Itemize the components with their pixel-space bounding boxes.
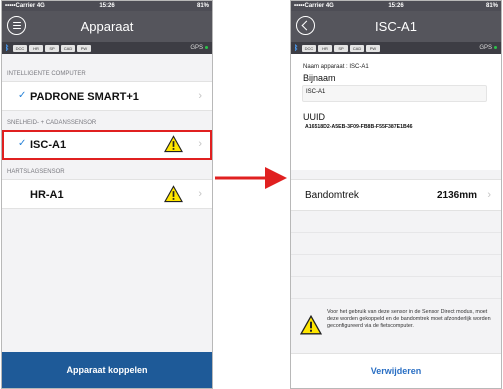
empty-row <box>291 211 501 233</box>
chevron-right-icon: › <box>198 188 202 200</box>
device-row-padrone[interactable]: ✓ PADRONE SMART+1 › <box>2 81 212 111</box>
clock: 15:26 <box>99 3 115 9</box>
section-header-speed-cadence: SNELHEID- + CADANSSENSOR <box>7 120 97 126</box>
sensor-chip: PW <box>77 44 91 52</box>
status-bar: •••••Carrier 4G 15:26 81% <box>2 1 212 11</box>
wheel-circumference-label: Bandomtrek <box>305 190 359 201</box>
clock: 15:26 <box>388 3 404 9</box>
nav-bar: ISC-A1 <box>291 11 501 42</box>
sensor-chip: DCC <box>13 44 27 52</box>
checkmark-icon: ✓ <box>18 90 27 101</box>
sensor-chip: CAD <box>350 44 364 52</box>
section-header-heart-rate: HARTSLAGSENSOR <box>7 169 65 175</box>
device-info-panel: Naam apparaat : ISC-A1 Bijnaam ISC-A1 UU… <box>291 54 501 170</box>
pair-device-button[interactable]: Apparaat koppelen <box>2 352 212 388</box>
empty-row <box>291 255 501 277</box>
sensor-status-bar: ᛒ DCC HR SP CAD PW GPS <box>291 42 501 54</box>
wheel-circumference-row[interactable]: Bandomtrek 2136mm › <box>291 179 501 211</box>
sensor-status-bar: ᛒ DCC HR SP CAD PW GPS <box>2 42 212 54</box>
sensor-chip: SP <box>45 44 59 52</box>
section-header-smart-computer: INTELLIGENTE COMPUTER <box>7 71 86 77</box>
nav-bar: Apparaat <box>2 11 212 42</box>
status-bar: •••••Carrier 4G 15:26 81% <box>291 1 501 11</box>
chevron-right-icon: › <box>487 189 491 201</box>
sensor-chip: PW <box>366 44 380 52</box>
notice-text: Voor het gebruik van deze sensor in de S… <box>327 309 491 329</box>
gps-indicator: GPS <box>190 42 208 54</box>
empty-row <box>291 277 501 299</box>
device-detail-screen: •••••Carrier 4G 15:26 81% ISC-A1 ᛒ DCC H… <box>290 0 502 389</box>
device-list-screen: •••••Carrier 4G 15:26 81% Apparaat ᛒ DCC… <box>1 0 213 389</box>
gps-indicator: GPS <box>479 42 497 54</box>
sensor-chip: DCC <box>302 44 316 52</box>
nickname-input[interactable]: ISC-A1 <box>302 85 487 102</box>
battery-label: 81% <box>196 3 209 9</box>
warning-icon <box>164 135 183 153</box>
bluetooth-icon: ᛒ <box>5 44 10 52</box>
battery-label: 81% <box>485 3 498 9</box>
chevron-right-icon: › <box>198 90 202 102</box>
sensor-direct-notice: Voor het gebruik van deze sensor in de S… <box>291 303 501 353</box>
device-name: ISC-A1 <box>30 139 67 151</box>
uuid-value: A16518D2-A5EB-3F09-FB8B-F55F387E1B46 <box>305 124 413 130</box>
device-row-isc-a1[interactable]: ✓ ISC-A1 › <box>2 130 212 160</box>
device-row-hr-a1[interactable]: HR-A1 › <box>2 179 212 209</box>
arrow-icon <box>215 167 287 189</box>
checkmark-icon: ✓ <box>18 138 27 149</box>
page-title: Apparaat <box>80 19 134 34</box>
device-name: PADRONE SMART+1 <box>30 91 139 103</box>
wheel-circumference-value: 2136mm <box>436 190 477 201</box>
empty-row <box>291 233 501 255</box>
warning-icon <box>164 185 183 203</box>
sensor-chip: CAD <box>61 44 75 52</box>
uuid-label: UUID <box>303 112 325 122</box>
device-name: HR-A1 <box>30 189 64 201</box>
sensor-chip: SP <box>334 44 348 52</box>
warning-icon <box>300 315 322 335</box>
page-title: ISC-A1 <box>375 19 417 34</box>
sensor-chip: HR <box>318 44 332 52</box>
chevron-right-icon: › <box>198 138 202 150</box>
nickname-label: Bijnaam <box>303 73 336 83</box>
device-name-label: Naam apparaat : ISC-A1 <box>303 64 369 70</box>
sensor-chip: HR <box>29 44 43 52</box>
bluetooth-icon: ᛒ <box>294 44 299 52</box>
delete-button[interactable]: Verwijderen <box>291 353 501 388</box>
